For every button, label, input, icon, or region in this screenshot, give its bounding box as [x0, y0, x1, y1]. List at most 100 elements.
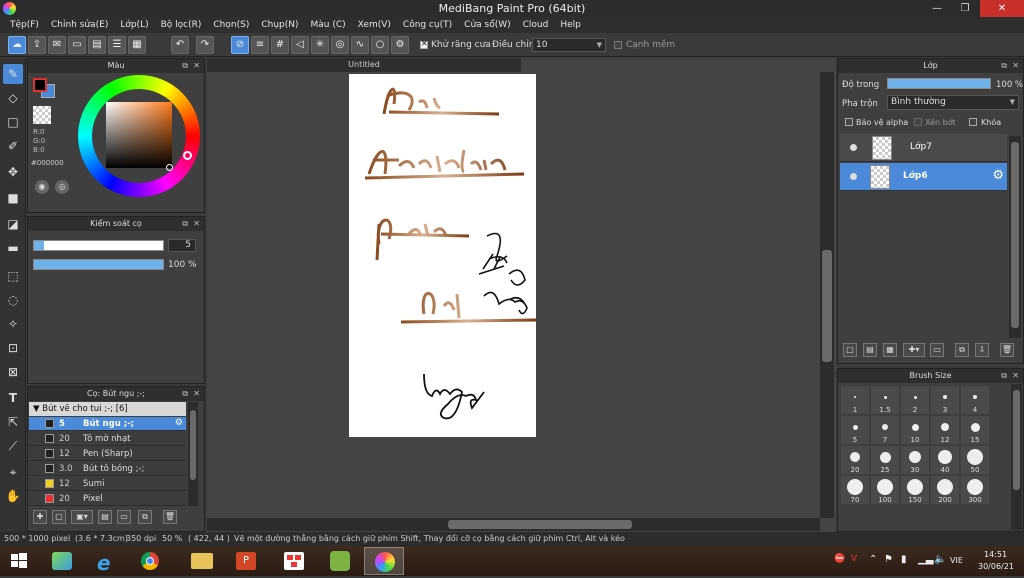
popout-icon[interactable]: ⧉	[182, 387, 188, 401]
menu-help[interactable]: Help	[554, 17, 587, 33]
correction-select[interactable]: 10 ▼	[532, 38, 606, 52]
file-explorer-icon[interactable]	[182, 547, 222, 575]
layer-item[interactable]: Lớp7	[840, 134, 1007, 162]
close-icon[interactable]: ✕	[193, 217, 200, 231]
brush-tool-icon[interactable]: ✎	[3, 64, 23, 84]
rect-select-icon[interactable]: ⬚	[3, 266, 23, 286]
brush-menu-icon[interactable]: ▣▾	[71, 510, 93, 524]
maximize-button[interactable]: ❐	[952, 0, 978, 17]
tray-volume-icon[interactable]: 🔈	[934, 554, 946, 565]
tray-date[interactable]: 30/06/21	[978, 562, 1014, 571]
vanish-snap-icon[interactable]: ◁	[291, 36, 309, 54]
message-icon[interactable]: ▭	[68, 36, 86, 54]
brush-size-option[interactable]: 40	[931, 446, 959, 474]
close-icon[interactable]: ✕	[193, 387, 200, 401]
move-tool-icon[interactable]: ✥	[3, 162, 23, 182]
brush-item[interactable]: 12 Pen (Sharp)	[29, 447, 186, 461]
app-icon[interactable]	[320, 547, 360, 575]
menu-filter[interactable]: Bộ lọc(R)	[155, 17, 208, 33]
brush-opacity-slider[interactable]	[33, 259, 164, 270]
brush-size-option[interactable]: 1.5	[871, 386, 899, 414]
close-icon[interactable]: ✕	[1012, 59, 1019, 73]
divide-tool-icon[interactable]: ⟋	[3, 436, 23, 456]
collapse-icon[interactable]: ▼	[33, 404, 40, 414]
new-8bit-layer-icon[interactable]: ▦	[883, 343, 897, 357]
brush-size-option[interactable]: 2	[901, 386, 929, 414]
new-halftone-layer-icon[interactable]: ▤	[863, 343, 877, 357]
folder-icon[interactable]: ▭	[117, 510, 131, 524]
tray-up-arrow-icon[interactable]: ⌃	[869, 554, 877, 565]
select-pen-icon[interactable]: ⊡	[3, 338, 23, 358]
menu-file[interactable]: Tệp(F)	[4, 17, 45, 33]
tray-vpn-icon[interactable]: V	[851, 554, 857, 564]
hand-tool-icon[interactable]: ✋	[3, 486, 23, 506]
palette-icon[interactable]: ◉	[35, 180, 49, 194]
close-icon[interactable]: ✕	[193, 59, 200, 73]
merge-layer-icon[interactable]: ⇩	[975, 343, 989, 357]
add-brush-icon[interactable]: ✚	[33, 510, 47, 524]
duplicate-layer-icon[interactable]: ⧉	[955, 343, 969, 357]
tray-time[interactable]: 14:51	[984, 550, 1007, 559]
shape-tool-icon[interactable]: ■	[3, 188, 23, 208]
menu-cloud[interactable]: Cloud	[517, 17, 555, 33]
tray-network-icon[interactable]: ▁▃	[918, 554, 933, 565]
blur-tool-icon[interactable]: ✐	[3, 136, 23, 156]
minimize-button[interactable]: —	[924, 0, 950, 17]
new-layer-icon[interactable]: ▢	[843, 343, 857, 357]
blend-mode-select[interactable]: Bình thường ▼	[887, 95, 1019, 110]
bucket-tool-icon[interactable]: ◪	[3, 214, 23, 234]
brush-size-option[interactable]: 150	[901, 476, 929, 504]
document-tab[interactable]: Untitled	[207, 58, 521, 72]
cloud-icon[interactable]: ☁	[8, 36, 26, 54]
brush-size-option[interactable]: 5	[841, 416, 869, 444]
tray-language[interactable]: VIE	[950, 556, 963, 565]
menu-select[interactable]: Chọn(S)	[207, 17, 255, 33]
brush-size-option[interactable]: 4	[961, 386, 989, 414]
eyedropper-icon[interactable]: ⌖	[3, 462, 23, 482]
brush-item[interactable]: 3.0 Bút tô bóng ;-;	[29, 462, 186, 476]
brush-size-option[interactable]: 300	[961, 476, 989, 504]
foreground-color-swatch[interactable]	[33, 78, 47, 92]
lock-checkbox[interactable]	[969, 118, 977, 126]
bluestacks-icon[interactable]	[42, 547, 82, 575]
ie-icon[interactable]: e	[86, 547, 126, 575]
radial-snap-icon[interactable]: ✳	[311, 36, 329, 54]
canvas-vertical-scrollbar[interactable]	[820, 72, 834, 518]
brush-item[interactable]: 12 Sumi	[29, 477, 186, 491]
popout-icon[interactable]: ⧉	[1001, 59, 1007, 73]
export-icon[interactable]: ⇪	[28, 36, 46, 54]
menu-window[interactable]: Cửa sổ(W)	[458, 17, 516, 33]
operation-tool-icon[interactable]: ⇱	[3, 412, 23, 432]
menu-color[interactable]: Màu (C)	[305, 17, 352, 33]
palette-add-icon[interactable]: ◎	[55, 180, 69, 194]
tray-app-icon[interactable]: ⛔	[834, 554, 845, 564]
eye-icon[interactable]	[850, 144, 857, 151]
folder-icon[interactable]: ▭	[930, 343, 944, 357]
menu-edit[interactable]: Chỉnh sửa(E)	[45, 17, 114, 33]
dot-tool-icon[interactable]: □	[3, 112, 23, 132]
add-layer-menu-icon[interactable]: ✚▾	[903, 343, 925, 357]
curve-snap-icon[interactable]: ∿	[351, 36, 369, 54]
hue-cursor[interactable]	[183, 151, 192, 160]
chrome-icon[interactable]	[130, 547, 170, 575]
popout-icon[interactable]: ⧉	[1001, 369, 1007, 383]
parallel-snap-icon[interactable]: ≡	[251, 36, 269, 54]
brush-size-input[interactable]: 5	[168, 239, 196, 252]
brush-size-option[interactable]: 12	[931, 416, 959, 444]
brush-list-scrollbar[interactable]	[188, 402, 198, 506]
select-eraser-icon[interactable]: ⊠	[3, 362, 23, 382]
brush-group-header[interactable]: ▼ Bút vẽ cho tui ;-; [6]	[29, 402, 186, 416]
eye-icon[interactable]	[850, 173, 857, 180]
gear-icon[interactable]: ⚙	[175, 418, 183, 428]
brush-size-option[interactable]: 30	[901, 446, 929, 474]
menu-tools[interactable]: Công cụ(T)	[397, 17, 458, 33]
menu-layer[interactable]: Lớp(L)	[114, 17, 154, 33]
powerpoint-icon[interactable]: P	[226, 547, 266, 575]
soft-edge-checkbox[interactable]	[614, 41, 622, 49]
magic-wand-icon[interactable]: ✧	[3, 314, 23, 334]
brush-item[interactable]: 20 Pixel	[29, 492, 186, 506]
layer-opacity-slider[interactable]	[887, 78, 991, 89]
no-snap-icon[interactable]: ⊘	[231, 36, 249, 54]
medibang-taskbar-icon[interactable]	[364, 547, 404, 575]
brush-size-scrollbar[interactable]	[1011, 384, 1022, 530]
